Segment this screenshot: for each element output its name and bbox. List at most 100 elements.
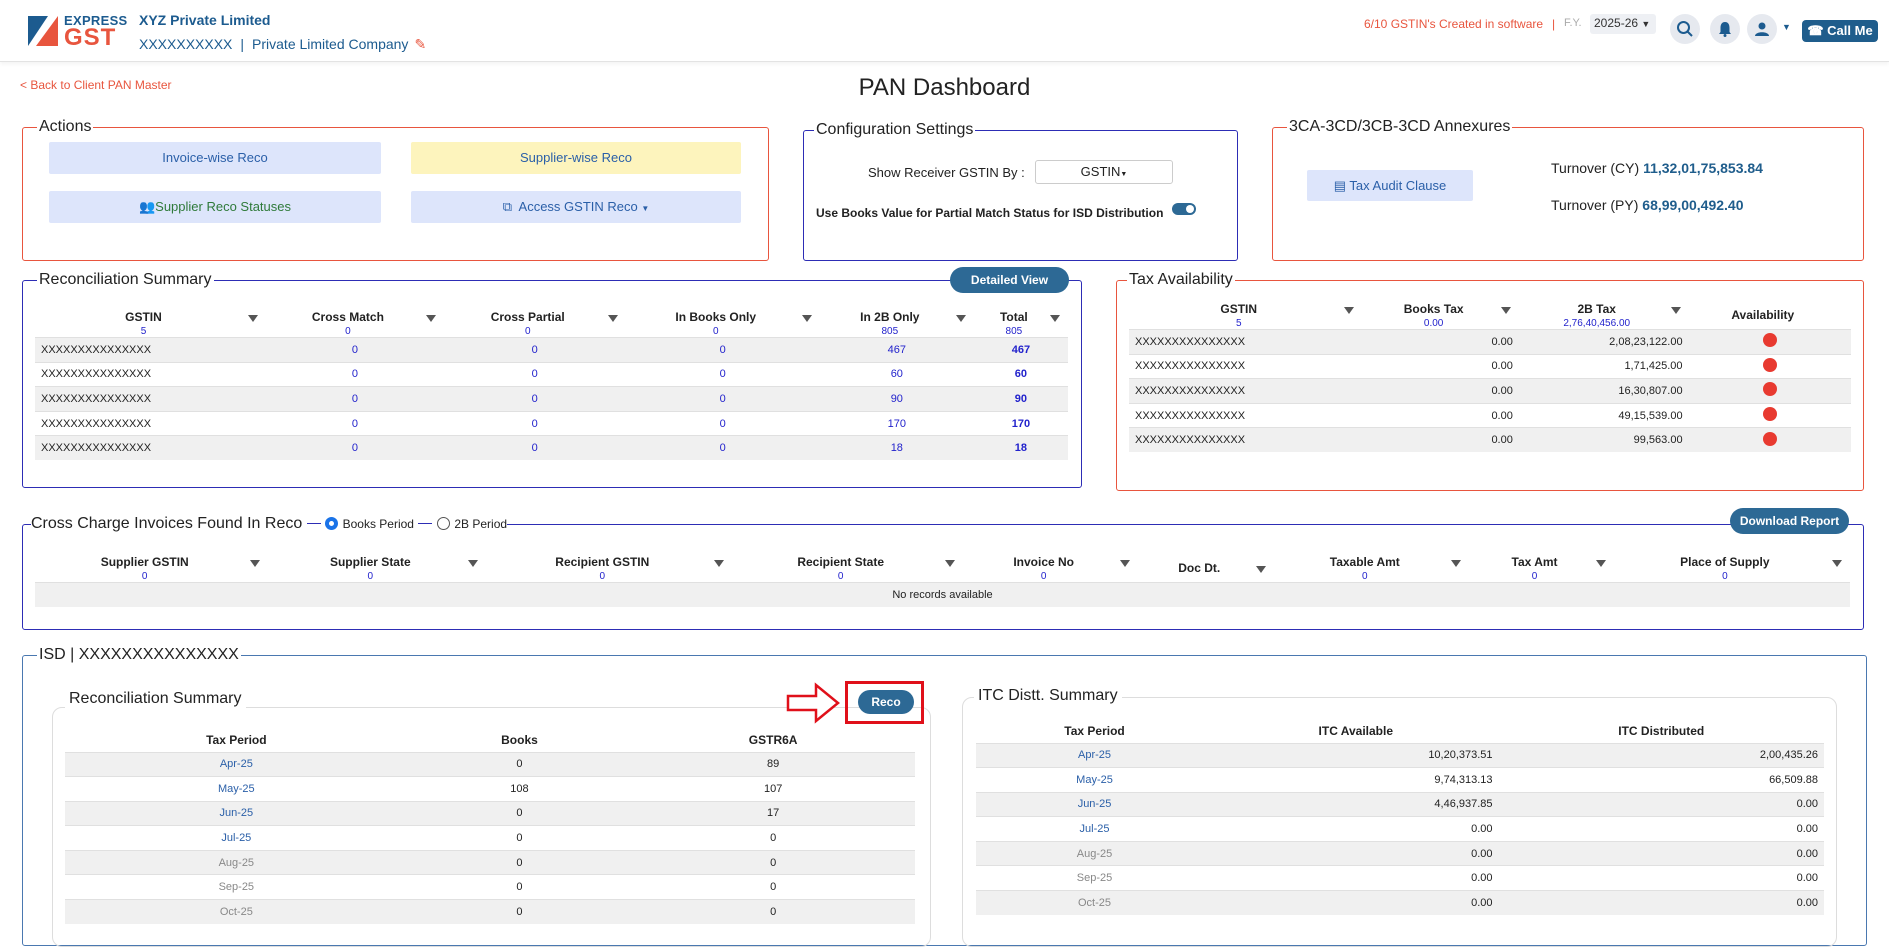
table-cell[interactable]: 0: [265, 410, 444, 436]
tax-period-link[interactable]: Jul-25: [976, 816, 1214, 842]
filter-icon[interactable]: [801, 315, 812, 322]
tax-period-link[interactable]: Jun-25: [976, 791, 1214, 817]
filter-icon[interactable]: [944, 560, 955, 567]
table-cell[interactable]: 0: [443, 386, 626, 412]
2b-period-radio[interactable]: [436, 517, 450, 531]
table-row[interactable]: XXXXXXXXXXXXXXX 0 0 0 90 90: [35, 386, 1068, 412]
edit-pencil-icon[interactable]: ✎: [414, 36, 426, 52]
table-cell[interactable]: 170: [973, 410, 1068, 436]
tax-period-link[interactable]: May-25: [976, 767, 1214, 793]
tax-period-link[interactable]: Apr-25: [65, 751, 408, 777]
search-icon[interactable]: [1670, 14, 1700, 44]
table-row[interactable]: Aug-25 0 0: [65, 849, 915, 875]
tax-period-link[interactable]: Sep-25: [65, 874, 408, 900]
table-row[interactable]: XXXXXXXXXXXXXXX 0 0 0 467 467: [35, 337, 1068, 363]
table-row[interactable]: Oct-25 0 0: [65, 899, 915, 925]
tax-audit-clause-button[interactable]: ▤ Tax Audit Clause: [1307, 170, 1473, 201]
call-me-button[interactable]: ☎ Call Me: [1802, 20, 1878, 42]
table-row[interactable]: Aug-25 0.00 0.00: [976, 840, 1824, 866]
tax-period-link[interactable]: Jun-25: [65, 800, 408, 826]
table-cell[interactable]: 0: [443, 337, 626, 363]
table-cell[interactable]: 0: [443, 435, 626, 461]
table-cell[interactable]: 90: [973, 386, 1068, 412]
table-row[interactable]: Jun-25 0 17: [65, 800, 915, 826]
filter-icon[interactable]: [468, 560, 479, 567]
filter-icon[interactable]: [425, 315, 436, 322]
table-row[interactable]: Jun-25 4,46,937.85 0.00: [976, 791, 1824, 817]
table-cell[interactable]: 0: [265, 337, 444, 363]
supplier-reco-statuses-label: Supplier Reco Statuses: [155, 199, 292, 214]
table-cell[interactable]: 60: [819, 361, 974, 387]
table-cell[interactable]: 0: [265, 386, 444, 412]
table-cell[interactable]: 0: [625, 337, 820, 363]
table-row[interactable]: XXXXXXXXXXXXXXX 0 0 0 60 60: [35, 361, 1068, 387]
filter-icon[interactable]: [1344, 307, 1355, 314]
filter-icon[interactable]: [714, 560, 725, 567]
bell-icon[interactable]: [1710, 14, 1740, 44]
table-row[interactable]: Sep-25 0.00 0.00: [976, 865, 1824, 891]
access-gstin-reco-dropdown[interactable]: ⧉ Access GSTIN Reco ▼: [411, 191, 741, 223]
filter-icon[interactable]: [1120, 560, 1131, 567]
table-row[interactable]: Apr-25 10,20,373.51 2,00,435.26: [976, 742, 1824, 768]
filter-icon[interactable]: [1595, 560, 1606, 567]
filter-icon[interactable]: [250, 560, 261, 567]
table-cell[interactable]: 0: [265, 361, 444, 387]
tax-period-link[interactable]: Aug-25: [976, 840, 1214, 866]
tax-period-link[interactable]: Aug-25: [65, 849, 408, 875]
filter-icon[interactable]: [1050, 315, 1060, 322]
filter-icon[interactable]: [607, 315, 618, 322]
table-cell[interactable]: 0: [625, 386, 820, 412]
isd-reco-button[interactable]: Reco: [858, 690, 914, 714]
supplier-wise-reco-button[interactable]: Supplier-wise Reco: [411, 142, 741, 174]
books-value-toggle[interactable]: [1172, 203, 1196, 215]
books-period-radio[interactable]: [325, 517, 339, 531]
table-row[interactable]: Apr-25 0 89: [65, 751, 915, 777]
filter-icon[interactable]: [1832, 560, 1842, 567]
show-receiver-select[interactable]: GSTIN▼: [1035, 160, 1173, 184]
table-row[interactable]: May-25 9,74,313.13 66,509.88: [976, 767, 1824, 793]
table-row[interactable]: XXXXXXXXXXXXXXX 0 0 0 170 170: [35, 410, 1068, 436]
table-cell[interactable]: 0: [625, 435, 820, 461]
table-cell[interactable]: 0: [443, 410, 626, 436]
filter-icon[interactable]: [1451, 560, 1462, 567]
fy-select[interactable]: 2025-26 ▼: [1590, 14, 1656, 34]
filter-icon[interactable]: [955, 315, 966, 322]
table-cell[interactable]: 18: [819, 435, 974, 461]
tax-period-link[interactable]: Oct-25: [65, 899, 408, 925]
filter-icon[interactable]: [247, 315, 258, 322]
detailed-view-button[interactable]: Detailed View: [950, 267, 1069, 293]
table-row[interactable]: Jul-25 0.00 0.00: [976, 816, 1824, 842]
user-menu-chevron-icon[interactable]: ▼: [1782, 22, 1791, 32]
tax-period-link[interactable]: Jul-25: [65, 825, 408, 851]
table-cell[interactable]: 467: [973, 337, 1068, 363]
table-row[interactable]: Sep-25 0 0: [65, 874, 915, 900]
supplier-reco-statuses-button[interactable]: 👥Supplier Reco Statuses: [49, 191, 381, 223]
table-cell[interactable]: 467: [819, 337, 974, 363]
table-cell[interactable]: 170: [819, 410, 974, 436]
table-cell[interactable]: 0: [265, 435, 444, 461]
table-row[interactable]: May-25 108 107: [65, 776, 915, 802]
table-cell: 0.00: [1213, 840, 1499, 866]
express-gst-logo[interactable]: EXPRESS GST: [28, 12, 127, 52]
filter-icon[interactable]: [1670, 307, 1681, 314]
filter-icon[interactable]: [1500, 307, 1511, 314]
tax-period-link[interactable]: Oct-25: [976, 890, 1214, 916]
arrow-right-icon: [786, 682, 840, 724]
column-header-supplier-state: Supplier State 0: [268, 555, 486, 583]
filter-icon[interactable]: [1256, 565, 1267, 573]
table-row[interactable]: Oct-25 0.00 0.00: [976, 890, 1824, 916]
download-report-button[interactable]: Download Report: [1730, 508, 1849, 534]
table-cell[interactable]: 0: [625, 410, 820, 436]
table-cell[interactable]: 60: [973, 361, 1068, 387]
table-row[interactable]: Jul-25 0 0: [65, 825, 915, 851]
table-cell[interactable]: 90: [819, 386, 974, 412]
tax-period-link[interactable]: Apr-25: [976, 742, 1214, 768]
table-row[interactable]: XXXXXXXXXXXXXXX 0 0 0 18 18: [35, 435, 1068, 461]
table-cell[interactable]: 0: [625, 361, 820, 387]
table-cell[interactable]: 18: [973, 435, 1068, 461]
tax-period-link[interactable]: May-25: [65, 776, 408, 802]
table-cell[interactable]: 0: [443, 361, 626, 387]
tax-period-link[interactable]: Sep-25: [976, 865, 1214, 891]
invoice-wise-reco-button[interactable]: Invoice-wise Reco: [49, 142, 381, 174]
user-avatar-icon[interactable]: [1747, 14, 1777, 44]
